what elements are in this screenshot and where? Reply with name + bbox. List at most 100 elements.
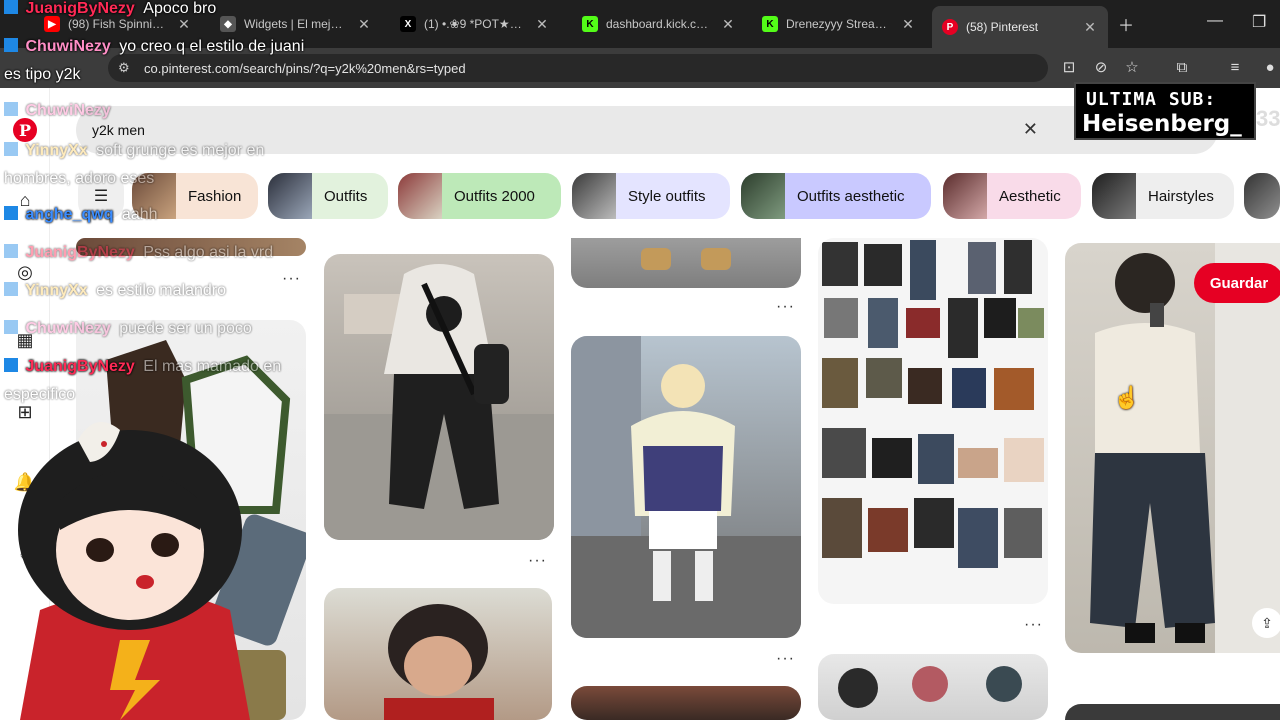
save-button[interactable]: Guardar bbox=[1194, 263, 1280, 303]
chip-outfits[interactable]: Outfits bbox=[268, 173, 388, 219]
address-bar[interactable]: ⚙ co.pinterest.com/search/pins/?q=y2k%20… bbox=[108, 54, 1048, 82]
profile-avatar[interactable]: ● bbox=[1259, 57, 1280, 79]
chip-hairstyles[interactable]: Hairstyles bbox=[1092, 173, 1234, 219]
browser-tab-widgets[interactable]: ◆ Widgets | El mejor sc ✕ bbox=[210, 8, 382, 40]
chat-text: yo creo q el estilo de juani bbox=[119, 38, 305, 55]
pin-image[interactable] bbox=[571, 686, 801, 720]
chat-text: es estilo malandro bbox=[96, 282, 226, 299]
pin-image[interactable] bbox=[571, 238, 801, 288]
close-icon[interactable]: ✕ bbox=[356, 16, 372, 33]
chat-message: ChuwiNezy puede ser un poco bbox=[4, 320, 252, 338]
chip-thumbnail bbox=[741, 173, 785, 219]
tab-title: (98) Fish Spinning to bbox=[68, 17, 168, 31]
minimize-icon[interactable]: — bbox=[1207, 12, 1223, 30]
chat-message: JuanigByNezy Pss algo asi la vrd bbox=[4, 244, 273, 262]
youtube-icon: ▶ bbox=[44, 16, 60, 32]
close-icon[interactable]: ✕ bbox=[720, 16, 736, 33]
chip-label: Outfits bbox=[324, 187, 368, 205]
pin-image[interactable] bbox=[818, 238, 1048, 604]
reading-list-icon[interactable]: ≡ bbox=[1224, 57, 1246, 79]
moderator-badge-icon bbox=[4, 358, 18, 372]
more-options-icon[interactable]: ··· bbox=[776, 650, 795, 668]
install-app-icon[interactable]: ⊡ bbox=[1058, 57, 1080, 79]
chip-style-outfits[interactable]: Style outfits bbox=[572, 173, 730, 219]
last-sub-name-overflow: 33 bbox=[1256, 106, 1280, 131]
search-input[interactable]: y2k men bbox=[92, 122, 145, 138]
chat-username: JuanigByNezy bbox=[25, 358, 135, 375]
moderator-badge-icon bbox=[4, 102, 18, 116]
pin-image[interactable] bbox=[1065, 243, 1280, 653]
browser-tab-pinterest[interactable]: P (58) Pinterest ✕ bbox=[932, 6, 1108, 48]
streamer-avatar bbox=[0, 400, 300, 720]
chat-text: aahh bbox=[121, 206, 158, 223]
chat-text: soft grunge es mejor en bbox=[96, 142, 265, 159]
chat-username: JuanigByNezy bbox=[25, 0, 135, 17]
browser-tab-kick-stream[interactable]: K Drenezyyy Stream - \ ✕ bbox=[752, 8, 926, 40]
tab-title: (58) Pinterest bbox=[966, 20, 1039, 34]
new-tab-icon[interactable]: ＋ bbox=[1118, 12, 1134, 36]
chip-label: Style outfits bbox=[628, 187, 706, 205]
subscriber-badge-icon bbox=[4, 142, 18, 156]
screen: ▶ (98) Fish Spinning to ✕ ◆ Widgets | El… bbox=[0, 0, 1280, 720]
chat-message: ChuwiNezy bbox=[4, 102, 115, 120]
chip-thumbnail bbox=[943, 173, 987, 219]
close-icon[interactable]: ✕ bbox=[1082, 19, 1098, 36]
chat-message: JuanigByNezy Apoco bro bbox=[4, 0, 216, 18]
moderator-badge-icon bbox=[4, 0, 18, 14]
pin-image[interactable] bbox=[571, 336, 801, 638]
chip-outfits-2000[interactable]: Outfits 2000 bbox=[398, 173, 561, 219]
kick-icon: K bbox=[582, 16, 598, 32]
more-options-icon[interactable]: ··· bbox=[776, 298, 795, 316]
tracking-protection-icon[interactable]: ⊘ bbox=[1090, 57, 1112, 79]
chip-thumbnail bbox=[398, 173, 442, 219]
pin-image[interactable] bbox=[818, 654, 1048, 720]
chat-username: JuanigByNezy bbox=[25, 244, 135, 261]
chat-text: El mas mamado en bbox=[143, 358, 282, 375]
pin-image[interactable] bbox=[324, 254, 554, 540]
chat-message: anghe_qwq aahh bbox=[4, 206, 158, 224]
moderator-badge-icon bbox=[4, 206, 18, 220]
more-options-icon[interactable]: ··· bbox=[282, 270, 301, 288]
address-url[interactable]: co.pinterest.com/search/pins/?q=y2k%20me… bbox=[144, 61, 466, 76]
chip-label: Hairstyles bbox=[1148, 187, 1214, 205]
chat-username: YinnyXx bbox=[25, 142, 88, 159]
clear-search-icon[interactable]: ✕ bbox=[1023, 119, 1038, 140]
chat-text-continued: hombres, adoro eses bbox=[4, 170, 155, 187]
chip-label: Outfits 2000 bbox=[454, 187, 535, 205]
extensions-icon[interactable]: ⧉ bbox=[1171, 57, 1193, 79]
more-options-icon[interactable]: ··· bbox=[1024, 616, 1043, 634]
browser-tab-x[interactable]: X (1) •.❀9 *POT★TO ✕ bbox=[390, 8, 560, 40]
chat-username: ChuwiNezy bbox=[25, 102, 111, 119]
site-info-icon[interactable]: ⚙ bbox=[118, 60, 134, 76]
chip-label: Aesthetic bbox=[999, 187, 1061, 205]
explore-compass-icon[interactable]: ◎ bbox=[13, 260, 37, 284]
moderator-badge-icon bbox=[4, 320, 18, 334]
pin-image[interactable] bbox=[324, 588, 552, 720]
chat-text-continued: es tipo y2k bbox=[4, 66, 81, 83]
chip-outfits-aesthetic[interactable]: Outfits aesthetic bbox=[741, 173, 931, 219]
share-icon[interactable]: ⇪ bbox=[1252, 608, 1280, 638]
filter-sliders-icon: ☰ bbox=[93, 188, 109, 205]
chat-text: puede ser un poco bbox=[119, 320, 252, 337]
bookmark-star-icon[interactable]: ☆ bbox=[1121, 57, 1143, 79]
last-sub-title: ULTIMA SUB: bbox=[1086, 89, 1217, 110]
close-icon[interactable]: ✕ bbox=[534, 16, 550, 33]
chat-username: anghe_qwq bbox=[25, 206, 114, 223]
chip-next[interactable] bbox=[1244, 173, 1280, 219]
maximize-icon[interactable]: ❐ bbox=[1252, 12, 1266, 32]
mouse-cursor-icon: ☝ bbox=[1113, 385, 1141, 410]
chat-username: ChuwiNezy bbox=[25, 320, 111, 337]
chip-label: Fashion bbox=[188, 187, 242, 205]
browser-tab-kick-dashboard[interactable]: K dashboard.kick.com/ ✕ bbox=[572, 8, 746, 40]
close-icon[interactable]: ✕ bbox=[176, 16, 192, 33]
chip-aesthetic[interactable]: Aesthetic bbox=[943, 173, 1081, 219]
chat-text: Apoco bro bbox=[143, 0, 217, 17]
pin-image[interactable] bbox=[1065, 704, 1280, 720]
subscriber-badge-icon bbox=[4, 282, 18, 296]
more-options-icon[interactable]: ··· bbox=[528, 552, 547, 570]
chip-label: Outfits aesthetic bbox=[797, 187, 905, 205]
moderator-badge-icon bbox=[4, 38, 18, 52]
close-icon[interactable]: ✕ bbox=[900, 16, 916, 33]
pinterest-logo-icon[interactable]: P bbox=[13, 118, 37, 142]
tab-title: Widgets | El mejor sc bbox=[244, 17, 348, 31]
